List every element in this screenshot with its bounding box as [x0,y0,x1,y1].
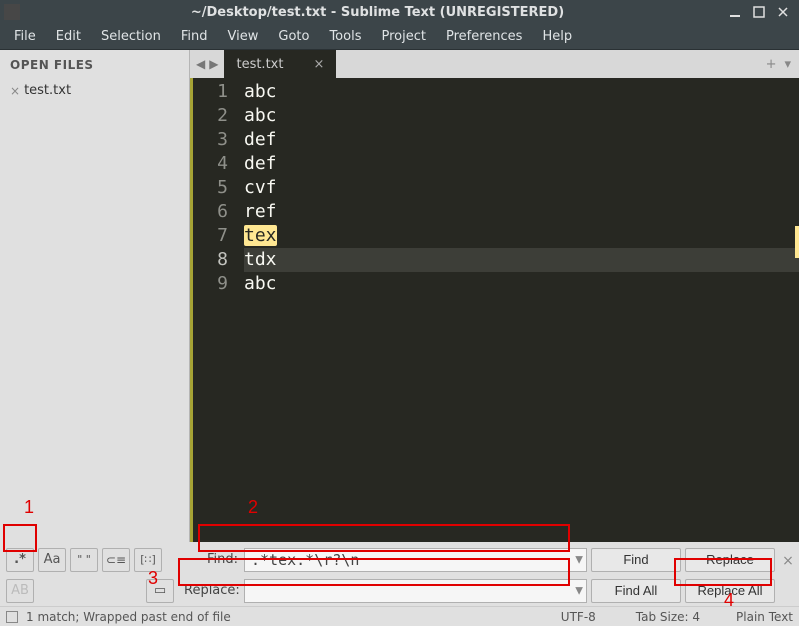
menu-preferences[interactable]: Preferences [436,25,532,48]
line-number: 3 [193,128,228,152]
code-line[interactable]: abc [244,80,799,104]
wrap-toggle[interactable]: ⊂≡ [102,548,130,572]
menu-tools[interactable]: Tools [319,25,371,48]
maximize-button[interactable] [751,4,767,20]
menu-project[interactable]: Project [371,25,435,48]
menu-selection[interactable]: Selection [91,25,171,48]
find-all-button[interactable]: Find All [591,579,681,603]
line-number: 7 [193,224,228,248]
app-icon [4,4,20,20]
tab-menu-button[interactable]: ▾ [784,57,791,72]
nav-back-icon[interactable]: ◀ [196,57,205,71]
menu-find[interactable]: Find [171,25,218,48]
window-title: ~/Desktop/test.txt - Sublime Text (UNREG… [28,5,727,20]
find-button[interactable]: Find [591,548,681,572]
replace-all-button[interactable]: Replace All [685,579,775,603]
window-controls [727,4,799,20]
code-area[interactable]: abc abc def def cvf ref tex tdx abc [238,78,799,542]
status-checkbox[interactable] [6,611,18,623]
line-number: 8 [193,248,228,272]
regex-toggle[interactable]: .* [6,548,34,572]
code-line[interactable]: tex [244,224,799,248]
status-tab-size[interactable]: Tab Size: 4 [636,610,700,624]
replace-label: Replace: [184,583,240,598]
code-line[interactable]: abc [244,104,799,128]
in-selection-toggle[interactable]: [∷] [134,548,162,572]
sidebar-header: OPEN FILES [0,50,189,80]
tab-label: test.txt [236,57,283,72]
minimap-match-indicator [795,226,799,258]
code-line[interactable]: cvf [244,176,799,200]
find-input[interactable] [244,548,587,572]
close-icon[interactable]: × [10,84,20,98]
replace-button[interactable]: Replace [685,548,775,572]
line-number: 6 [193,200,228,224]
tab-nav-arrows[interactable]: ◀ ▶ [190,50,224,78]
code-line[interactable]: def [244,128,799,152]
replace-input[interactable] [244,579,587,603]
find-label: Find: [184,552,240,567]
status-syntax[interactable]: Plain Text [736,610,793,624]
line-number: 9 [193,272,228,296]
gutter: 1 2 3 4 5 6 7 8 9 [190,78,238,542]
open-file-item[interactable]: × test.txt [0,80,189,101]
tab-close-icon[interactable]: × [313,57,324,72]
menu-help[interactable]: Help [532,25,582,48]
line-number: 5 [193,176,228,200]
whole-word-toggle[interactable]: " " [70,548,98,572]
new-tab-button[interactable]: + [766,57,777,72]
preserve-case-toggle[interactable]: AB [6,579,34,603]
open-file-label: test.txt [24,83,71,98]
close-button[interactable] [775,4,791,20]
titlebar: ~/Desktop/test.txt - Sublime Text (UNREG… [0,0,799,24]
nav-forward-icon[interactable]: ▶ [209,57,218,71]
code-line[interactable]: def [244,152,799,176]
status-encoding[interactable]: UTF-8 [561,610,596,624]
code-line[interactable]: abc [244,272,799,296]
case-sensitive-toggle[interactable]: Aa [38,548,66,572]
status-message: 1 match; Wrapped past end of file [26,610,231,624]
highlight-matches-toggle[interactable]: ▭ [146,579,174,603]
editor[interactable]: 1 2 3 4 5 6 7 8 9 abc abc def def cvf re… [190,78,799,542]
menu-edit[interactable]: Edit [46,25,91,48]
tabbar: ◀ ▶ test.txt × + ▾ [190,50,799,78]
code-line[interactable]: ref [244,200,799,224]
menubar: File Edit Selection Find View Goto Tools… [0,24,799,50]
find-replace-panel: .* Aa " " ⊂≡ [∷] Find: ▼ Find Replace × … [0,542,799,606]
panel-close-icon[interactable]: × [779,551,797,569]
tab-file[interactable]: test.txt × [224,50,336,78]
line-number: 1 [193,80,228,104]
statusbar: 1 match; Wrapped past end of file UTF-8 … [0,606,799,626]
menu-file[interactable]: File [4,25,46,48]
minimize-button[interactable] [727,4,743,20]
line-number: 4 [193,152,228,176]
code-line[interactable]: tdx [244,248,799,272]
line-number: 2 [193,104,228,128]
search-match: tex [244,225,277,246]
menu-goto[interactable]: Goto [268,25,319,48]
menu-view[interactable]: View [218,25,269,48]
sidebar: OPEN FILES × test.txt [0,50,190,542]
